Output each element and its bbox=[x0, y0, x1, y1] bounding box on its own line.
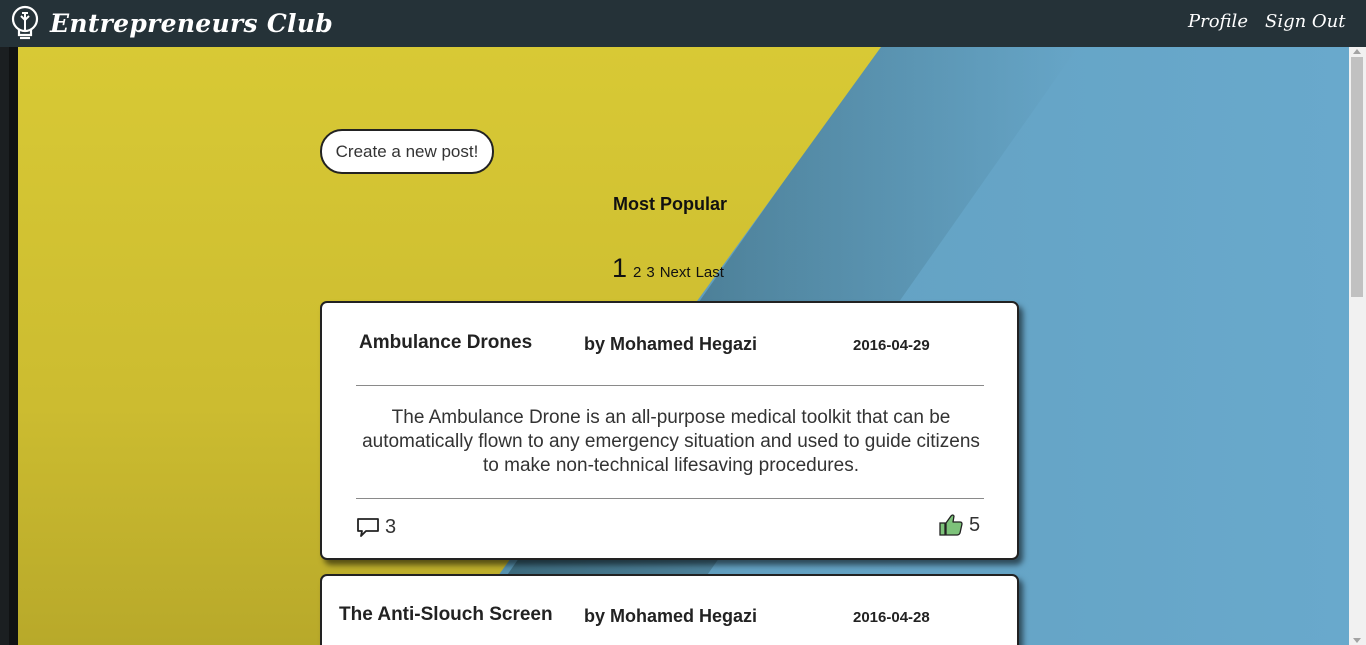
pagination: 1 2 3 Next Last bbox=[612, 253, 729, 284]
post-title[interactable]: The Anti-Slouch Screen bbox=[339, 604, 553, 626]
scroll-thumb[interactable] bbox=[1351, 57, 1363, 297]
nav-signout-link[interactable]: Sign Out bbox=[1265, 11, 1346, 32]
like-button[interactable]: 5 bbox=[938, 513, 980, 537]
top-navbar: Entrepreneurs Club Profile Sign Out bbox=[0, 0, 1366, 47]
scroll-down-arrow-icon[interactable] bbox=[1353, 638, 1361, 643]
left-edge-bar bbox=[0, 47, 18, 645]
card-divider bbox=[356, 498, 984, 499]
page-last-link[interactable]: Last bbox=[696, 264, 724, 281]
page-next-link[interactable]: Next bbox=[660, 264, 691, 281]
brand[interactable]: Entrepreneurs Club bbox=[8, 4, 333, 42]
page-link-3[interactable]: 3 bbox=[646, 264, 654, 281]
post-date: 2016-04-28 bbox=[853, 609, 930, 626]
post-card[interactable]: The Anti-Slouch Screen by Mohamed Hegazi… bbox=[320, 574, 1019, 645]
comments-button[interactable]: 3 bbox=[356, 515, 396, 539]
page-link-2[interactable]: 2 bbox=[633, 264, 641, 281]
post-author: by Mohamed Hegazi bbox=[584, 334, 758, 354]
post-title[interactable]: Ambulance Drones bbox=[359, 332, 532, 354]
post-author: by Mohamed Hegazi bbox=[584, 606, 758, 626]
create-post-button[interactable]: Create a new post! bbox=[320, 129, 494, 174]
thumbs-up-icon bbox=[939, 514, 963, 536]
scroll-up-arrow-icon[interactable] bbox=[1353, 49, 1361, 54]
post-body: The Ambulance Drone is an all-purpose me… bbox=[362, 407, 980, 476]
comment-icon bbox=[357, 518, 379, 537]
like-count: 5 bbox=[969, 513, 981, 536]
comment-count: 3 bbox=[385, 515, 397, 538]
section-title: Most Popular bbox=[613, 194, 728, 214]
vertical-scrollbar[interactable] bbox=[1349, 47, 1366, 645]
brand-title: Entrepreneurs Club bbox=[50, 8, 334, 38]
page-current: 1 bbox=[612, 253, 628, 283]
card-divider bbox=[356, 385, 984, 386]
post-date: 2016-04-29 bbox=[853, 337, 930, 354]
lightbulb-icon bbox=[11, 5, 39, 40]
post-card[interactable]: Ambulance Drones by Mohamed Hegazi 2016-… bbox=[320, 301, 1019, 560]
nav-profile-link[interactable]: Profile bbox=[1188, 11, 1248, 32]
